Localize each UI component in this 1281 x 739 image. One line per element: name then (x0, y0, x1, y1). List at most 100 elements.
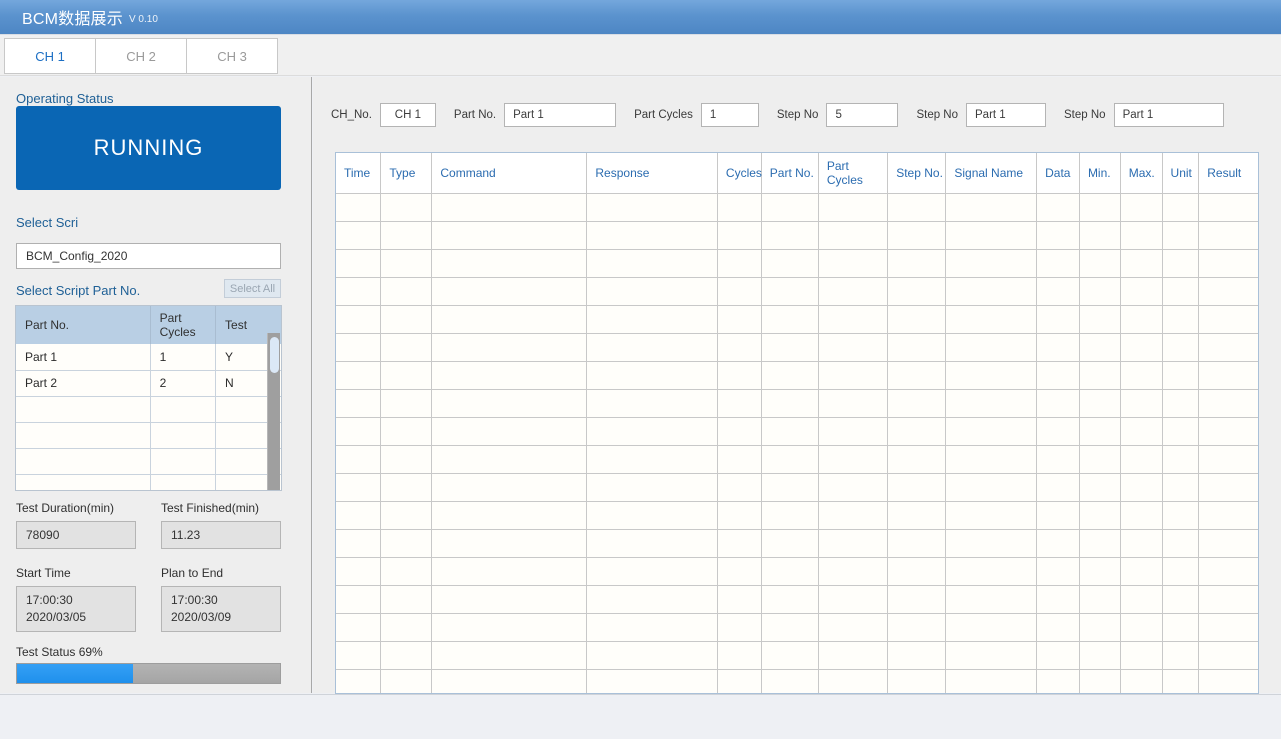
control-row: CH_No. CH 1 Part No. Part 1 Part Cycles … (331, 103, 1224, 127)
app-title: BCM数据展示 (22, 11, 123, 28)
log-cell-empty (1198, 361, 1258, 390)
log-header-part-no: Part No. (761, 153, 819, 194)
table-row[interactable] (16, 448, 281, 475)
log-cell-empty (887, 277, 947, 306)
step-no-1-field[interactable]: 5 (826, 103, 899, 127)
log-cell-empty (761, 221, 819, 250)
log-cell-empty (431, 389, 588, 418)
log-cell-empty (818, 221, 889, 250)
log-header-unit: Unit (1162, 153, 1200, 194)
table-row[interactable] (16, 396, 281, 423)
log-cell-empty (586, 641, 718, 670)
table-row[interactable] (336, 473, 1258, 502)
tab-strip: CH 1 CH 2 CH 3 CH 1.Cycles 9999 CH 2.Cyc… (0, 36, 1281, 102)
log-cell-empty (1079, 417, 1121, 446)
log-cell-empty (887, 389, 947, 418)
log-cell-empty (336, 417, 382, 446)
table-row[interactable] (336, 333, 1258, 362)
part-no-field[interactable]: Part 1 (504, 103, 617, 127)
log-cell-empty (1079, 305, 1121, 334)
log-cell-empty (431, 557, 588, 586)
plan-to-end-value: 17:00:30 2020/03/09 (161, 586, 281, 632)
operating-status-label: Operating Status (16, 91, 114, 106)
table-row[interactable] (336, 221, 1258, 250)
log-cell-empty (761, 333, 819, 362)
log-cell-empty (761, 305, 819, 334)
table-row[interactable] (336, 529, 1258, 558)
table-row[interactable] (16, 474, 281, 490)
log-cell-empty (818, 585, 889, 614)
table-row[interactable]: Part 1 1 Y (16, 344, 281, 371)
table-row[interactable]: Part 2 2 N (16, 370, 281, 397)
test-duration-label: Test Duration(min) (16, 501, 115, 515)
step-no-3-field[interactable]: Part 1 (1113, 103, 1224, 127)
parts-table-scrollbar-thumb[interactable] (270, 337, 279, 373)
log-cell-empty (761, 473, 819, 502)
table-row[interactable] (336, 361, 1258, 390)
ch-no-field[interactable]: CH 1 (379, 103, 436, 127)
table-row[interactable] (336, 445, 1258, 474)
log-cell-empty (1120, 361, 1163, 390)
table-row[interactable] (336, 417, 1258, 446)
table-row[interactable] (336, 585, 1258, 614)
log-cell-empty (717, 557, 762, 586)
tab-ch1[interactable]: CH 1 (4, 38, 96, 74)
log-cell-empty (1036, 641, 1080, 670)
parts-table-body: Part 1 1 Y Part 2 2 N (16, 344, 281, 490)
table-row[interactable] (336, 669, 1258, 693)
table-row[interactable] (336, 557, 1258, 586)
table-row[interactable] (16, 422, 281, 449)
log-cell-empty (1162, 669, 1200, 693)
parts-cell-empty (16, 448, 151, 475)
table-row[interactable] (336, 193, 1258, 222)
table-row[interactable] (336, 305, 1258, 334)
operating-status-indicator: RUNNING (16, 106, 281, 190)
log-cell-empty (1036, 473, 1080, 502)
status-bar (0, 694, 1281, 739)
part-cycles-field[interactable]: 1 (700, 103, 759, 127)
log-cell-empty (586, 445, 718, 474)
log-cell-empty (1036, 613, 1080, 642)
table-row[interactable] (336, 277, 1258, 306)
log-cell-empty (431, 361, 588, 390)
log-cell-empty (431, 669, 588, 693)
log-cell-empty (945, 585, 1038, 614)
log-header-time: Time (336, 153, 382, 194)
log-cell-empty (945, 529, 1038, 558)
log-cell-empty (1120, 277, 1163, 306)
test-finished-value: 11.23 (161, 521, 281, 549)
select-scri-input[interactable]: BCM_Config_2020 (16, 243, 281, 269)
log-cell-empty (717, 417, 762, 446)
log-cell-empty (380, 529, 433, 558)
log-cell-empty (431, 529, 588, 558)
log-cell-empty (1162, 249, 1200, 278)
log-cell-empty (1162, 193, 1200, 222)
log-cell-empty (1162, 501, 1200, 530)
log-cell-empty (1079, 389, 1121, 418)
log-cell-empty (761, 361, 819, 390)
log-cell-empty (1162, 305, 1200, 334)
log-cell-empty (887, 529, 947, 558)
log-cell-empty (586, 585, 718, 614)
log-cell-empty (1079, 613, 1121, 642)
log-cell-empty (717, 501, 762, 530)
select-all-button[interactable]: Select All (224, 279, 281, 298)
tab-ch3[interactable]: CH 3 (186, 38, 278, 74)
step-no-2-field[interactable]: Part 1 (966, 103, 1047, 127)
parts-table-scrollbar[interactable] (267, 333, 280, 490)
log-cell-empty (586, 501, 718, 530)
table-row[interactable] (336, 501, 1258, 530)
part-no-label: Part No. (453, 109, 497, 121)
log-cell-empty (336, 361, 382, 390)
log-cell-empty (1198, 417, 1258, 446)
table-row[interactable] (336, 249, 1258, 278)
log-cell-empty (336, 669, 382, 693)
tab-ch2[interactable]: CH 2 (95, 38, 187, 74)
log-cell-empty (1162, 585, 1200, 614)
log-cell-empty (1036, 529, 1080, 558)
log-cell-empty (431, 613, 588, 642)
log-cell-empty (431, 641, 588, 670)
table-row[interactable] (336, 641, 1258, 670)
table-row[interactable] (336, 389, 1258, 418)
table-row[interactable] (336, 613, 1258, 642)
